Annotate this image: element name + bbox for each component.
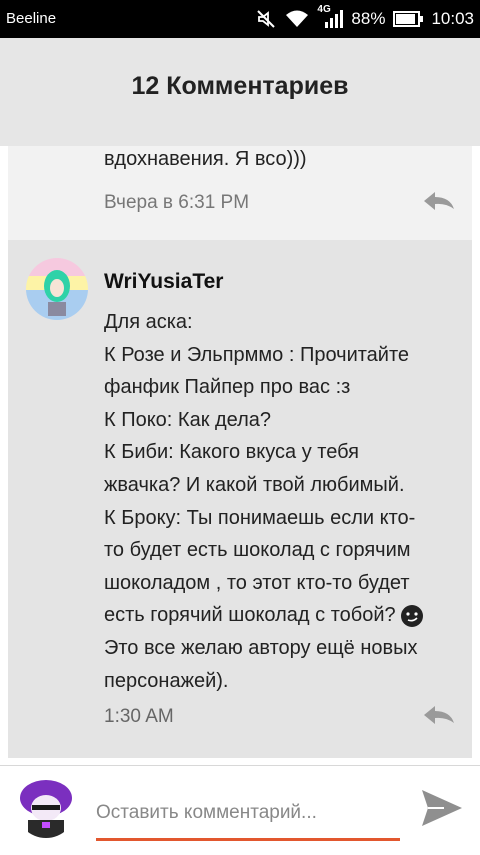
smirk-emoji-icon <box>400 605 423 628</box>
avatar[interactable] <box>26 258 88 320</box>
battery-icon <box>393 11 424 27</box>
clock: 10:03 <box>431 9 474 28</box>
page-title: 12 Комментариев <box>131 72 349 100</box>
comment-timestamp: Вчера в 6:31 PM <box>104 192 250 213</box>
comment-line: фанфик Пайпер про вас :з <box>104 376 351 399</box>
comment-line: К Поко: Как дела? <box>104 408 272 431</box>
comment-line: жвачка? И какой твой любимый. <box>104 473 405 496</box>
comment-line: К Розе и Эльпрммо : Прочитайте <box>104 343 410 366</box>
send-icon[interactable] <box>420 788 464 828</box>
comment-body: Для аска: К Розе и Эльпрммо : Прочитайте… <box>104 306 456 697</box>
signal-icon: 4G <box>317 4 344 30</box>
comment-composer <box>0 765 480 855</box>
comment-item: вдохнавения. Я всо))) Вчера в 6:31 PM <box>8 146 472 240</box>
comments-header: 12 Комментариев <box>0 38 480 146</box>
comment-line: К Броку: Ты понимаешь если кто- <box>104 506 416 529</box>
mute-icon <box>257 10 276 28</box>
battery-percent: 88% <box>351 9 386 28</box>
comment-line: то будет есть шоколад с горячим <box>104 539 411 562</box>
comment-item: WriYusiaTer Для аска: К Розе и Эльпрммо … <box>8 240 472 758</box>
comment-timestamp: 1:30 AM <box>104 706 174 727</box>
comment-line: шоколадом , то этот кто-то будет <box>104 571 410 594</box>
user-avatar <box>16 778 76 838</box>
comment-author[interactable]: WriYusiaTer <box>104 270 223 294</box>
reply-icon[interactable] <box>422 190 456 212</box>
comment-input[interactable] <box>96 788 400 841</box>
status-icons: 4G 88% 10:03 <box>255 4 474 30</box>
comment-line: К Биби: Какого вкуса у тебя <box>104 441 359 464</box>
wifi-icon <box>286 10 309 27</box>
comment-line: есть горячий шоколад с тобой? <box>104 599 456 632</box>
status-bar: Beeline 4G 88% 10:03 <box>0 0 480 38</box>
comments-list[interactable]: вдохнавения. Я всо))) Вчера в 6:31 PM Wr… <box>8 146 472 758</box>
comment-line-text: есть горячий шоколад с тобой? <box>104 604 396 627</box>
comment-line: Для аска: <box>104 311 193 333</box>
reply-icon[interactable] <box>422 704 456 726</box>
comment-line: персонажей). <box>104 669 229 692</box>
carrier-name: Beeline <box>6 10 57 27</box>
comment-line: Это все желаю автору ещё новых <box>104 636 418 659</box>
comment-text: вдохнавения. Я всо))) <box>104 148 307 170</box>
